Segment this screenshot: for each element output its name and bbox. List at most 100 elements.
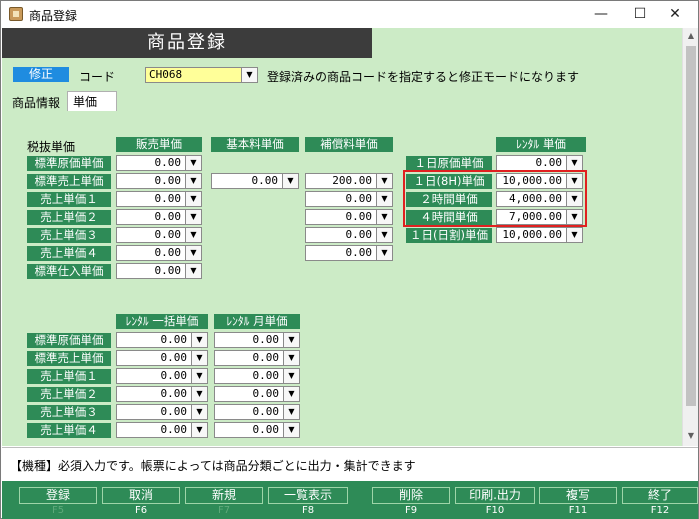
bulk-price-field[interactable]: 0.00 ▼: [116, 332, 208, 348]
rental-price-field[interactable]: 0.00 ▼: [496, 155, 583, 171]
code-value[interactable]: CH068: [146, 68, 240, 82]
chevron-down-icon[interactable]: ▼: [191, 405, 207, 419]
fkey-label: F5: [51, 505, 65, 516]
chevron-down-icon[interactable]: ▼: [376, 210, 392, 224]
chevron-down-icon[interactable]: ▼: [283, 405, 299, 419]
sale-price-field[interactable]: 0.00 ▼: [116, 209, 202, 225]
compensation-price-field[interactable]: 200.00 ▼: [305, 173, 393, 189]
code-combobox[interactable]: CH068 ▼: [145, 67, 258, 83]
field-value[interactable]: 0.00: [117, 156, 184, 170]
field-value[interactable]: 0.00: [117, 246, 184, 260]
field-value[interactable]: 0.00: [215, 405, 282, 419]
field-value[interactable]: 0.00: [215, 423, 282, 437]
compensation-price-field[interactable]: 0.00 ▼: [305, 245, 393, 261]
sale-price-field[interactable]: 0.00 ▼: [116, 173, 202, 189]
bulk-price-field[interactable]: 0.00 ▼: [116, 350, 208, 366]
monthly-price-field[interactable]: 0.00 ▼: [214, 332, 300, 348]
chevron-down-icon[interactable]: ▼: [185, 246, 201, 260]
field-value[interactable]: 0.00: [215, 369, 282, 383]
field-value[interactable]: 0.00: [117, 333, 190, 347]
field-value[interactable]: 0.00: [215, 387, 282, 401]
chevron-down-icon[interactable]: ▼: [282, 174, 298, 188]
chevron-down-icon[interactable]: ▼: [376, 192, 392, 206]
register-button[interactable]: 登録: [19, 487, 97, 504]
print-output-button[interactable]: 印刷.出力: [455, 487, 535, 504]
bulk-price-field[interactable]: 0.00 ▼: [116, 386, 208, 402]
chevron-down-icon[interactable]: ▼: [191, 369, 207, 383]
chevron-down-icon[interactable]: ▼: [376, 228, 392, 242]
sale-price-field[interactable]: 0.00 ▼: [116, 263, 202, 279]
sale-price-field[interactable]: 0.00 ▼: [116, 191, 202, 207]
chevron-down-icon[interactable]: ▼: [283, 387, 299, 401]
scroll-thumb[interactable]: [686, 46, 696, 406]
field-value[interactable]: 200.00: [306, 174, 375, 188]
chevron-down-icon[interactable]: ▼: [185, 192, 201, 206]
bulk-price-field[interactable]: 0.00 ▼: [116, 422, 208, 438]
monthly-price-field[interactable]: 0.00 ▼: [214, 368, 300, 384]
rental-price-field[interactable]: 10,000.00 ▼: [496, 227, 583, 243]
close-button[interactable]: ✕: [652, 1, 698, 28]
tab-product-info[interactable]: 商品情報: [7, 93, 66, 113]
field-value[interactable]: 0.00: [117, 369, 190, 383]
field-value[interactable]: 0.00: [117, 192, 184, 206]
tab-unit-price[interactable]: 単価: [67, 91, 117, 111]
field-value[interactable]: 0.00: [117, 405, 190, 419]
sale-price-field[interactable]: 0.00 ▼: [116, 227, 202, 243]
monthly-price-field[interactable]: 0.00 ▼: [214, 404, 300, 420]
chevron-down-icon[interactable]: ▼: [185, 210, 201, 224]
field-value[interactable]: 0.00: [117, 228, 184, 242]
chevron-down-icon[interactable]: ▼: [185, 228, 201, 242]
chevron-down-icon[interactable]: ▼: [376, 174, 392, 188]
list-view-button[interactable]: 一覧表示: [268, 487, 348, 504]
exit-button[interactable]: 終了: [622, 487, 698, 504]
bulk-price-field[interactable]: 0.00 ▼: [116, 404, 208, 420]
field-value[interactable]: 0.00: [117, 423, 190, 437]
bulk-price-field[interactable]: 0.00 ▼: [116, 368, 208, 384]
cancel-button[interactable]: 取消: [102, 487, 180, 504]
chevron-down-icon[interactable]: ▼: [191, 351, 207, 365]
chevron-down-icon[interactable]: ▼: [283, 423, 299, 437]
chevron-down-icon[interactable]: ▼: [283, 333, 299, 347]
field-value[interactable]: 0.00: [117, 387, 190, 401]
compensation-price-field[interactable]: 0.00 ▼: [305, 191, 393, 207]
chevron-down-icon[interactable]: ▼: [185, 156, 201, 170]
chevron-down-icon[interactable]: ▼: [191, 387, 207, 401]
compensation-price-field[interactable]: 0.00 ▼: [305, 209, 393, 225]
scroll-up-arrow-icon[interactable]: ▲: [683, 28, 699, 44]
chevron-down-icon[interactable]: ▼: [283, 351, 299, 365]
field-value[interactable]: 0.00: [212, 174, 281, 188]
chevron-down-icon[interactable]: ▼: [185, 174, 201, 188]
field-value[interactable]: 0.00: [117, 210, 184, 224]
field-value[interactable]: 0.00: [306, 210, 375, 224]
field-value[interactable]: 0.00: [215, 351, 282, 365]
field-value[interactable]: 0.00: [306, 192, 375, 206]
chevron-down-icon[interactable]: ▼: [566, 156, 582, 170]
chevron-down-icon[interactable]: ▼: [283, 369, 299, 383]
field-value[interactable]: 0.00: [117, 264, 184, 278]
sale-price-field[interactable]: 0.00 ▼: [116, 245, 202, 261]
scroll-down-arrow-icon[interactable]: ▼: [683, 428, 699, 444]
chevron-down-icon[interactable]: ▼: [241, 68, 257, 82]
chevron-down-icon[interactable]: ▼: [191, 333, 207, 347]
chevron-down-icon[interactable]: ▼: [191, 423, 207, 437]
sale-price-field[interactable]: 0.00 ▼: [116, 155, 202, 171]
vertical-scrollbar[interactable]: ▲ ▼: [682, 28, 698, 446]
field-value[interactable]: 0.00: [306, 228, 375, 242]
basic-price-field[interactable]: 0.00 ▼: [211, 173, 299, 189]
field-value[interactable]: 0.00: [117, 174, 184, 188]
delete-button[interactable]: 削除: [372, 487, 450, 504]
field-value[interactable]: 10,000.00: [497, 228, 565, 242]
compensation-price-field[interactable]: 0.00 ▼: [305, 227, 393, 243]
monthly-price-field[interactable]: 0.00 ▼: [214, 386, 300, 402]
new-button[interactable]: 新規: [185, 487, 263, 504]
field-value[interactable]: 0.00: [117, 351, 190, 365]
field-value[interactable]: 0.00: [215, 333, 282, 347]
field-value[interactable]: 0.00: [306, 246, 375, 260]
field-value[interactable]: 0.00: [497, 156, 565, 170]
chevron-down-icon[interactable]: ▼: [185, 264, 201, 278]
copy-button[interactable]: 複写: [539, 487, 617, 504]
monthly-price-field[interactable]: 0.00 ▼: [214, 422, 300, 438]
chevron-down-icon[interactable]: ▼: [566, 228, 582, 242]
monthly-price-field[interactable]: 0.00 ▼: [214, 350, 300, 366]
chevron-down-icon[interactable]: ▼: [376, 246, 392, 260]
